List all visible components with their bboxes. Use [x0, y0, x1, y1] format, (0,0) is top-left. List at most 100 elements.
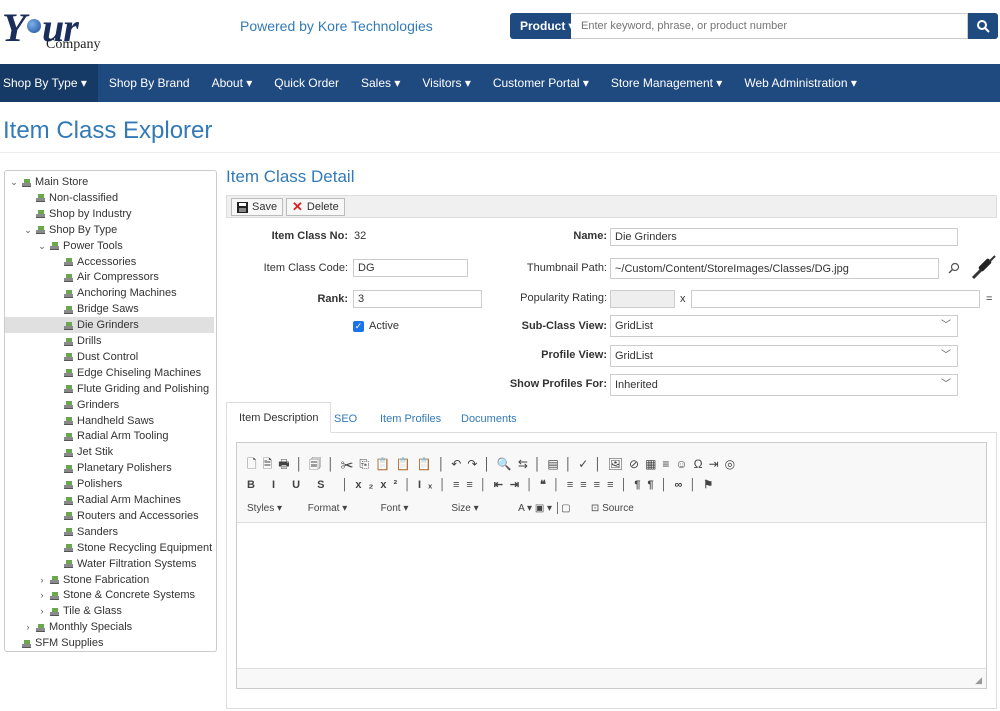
- tree-node[interactable]: Water Filtration Systems: [5, 556, 214, 572]
- tree-node[interactable]: Stone Recycling Equipment: [5, 540, 214, 556]
- class-folder-icon: [22, 178, 31, 187]
- class-folder-icon: [36, 210, 45, 219]
- tree-node[interactable]: Non-classified: [5, 190, 214, 206]
- title-divider: [0, 152, 1000, 153]
- tree-node[interactable]: Radial Arm Tooling: [5, 428, 214, 444]
- editor-toolbar-row-2[interactable]: B I U S │x₂x²│Iₓ│≡≡│⇤⇥│❝│≡≡≡≡│¶¶│∞│⚑: [247, 478, 720, 491]
- tree-caret-icon[interactable]: ⌄: [37, 238, 47, 254]
- tree-node[interactable]: Handheld Saws: [5, 413, 214, 429]
- tree-node[interactable]: Grinders: [5, 397, 214, 413]
- tree-node[interactable]: Air Compressors: [5, 269, 214, 285]
- tree-node-label: Stone Recycling Equipment: [77, 541, 213, 554]
- search-input[interactable]: [571, 13, 968, 39]
- tree-caret-icon[interactable]: ›: [37, 603, 47, 619]
- profile-view-select[interactable]: GridList ﹀: [610, 345, 958, 367]
- tree-node[interactable]: › Tile & Glass: [5, 603, 214, 619]
- tree-node[interactable]: ⌄ Main Store: [5, 174, 214, 190]
- popularity-multiplier-field[interactable]: [691, 290, 980, 308]
- tree-node[interactable]: Flute Griding and Polishing: [5, 381, 214, 397]
- class-folder-icon: [22, 639, 31, 648]
- nav-shop-by-brand[interactable]: Shop By Brand: [98, 64, 201, 102]
- tree-caret-icon[interactable]: ›: [37, 587, 47, 603]
- popularity-multiply-sign: x: [680, 293, 686, 305]
- tree-caret-icon[interactable]: ⌄: [23, 222, 33, 238]
- tree-caret-icon[interactable]: ›: [37, 572, 47, 588]
- tree-node[interactable]: › Stone & Concrete Systems: [5, 587, 214, 603]
- show-profiles-for-select[interactable]: Inherited ﹀: [610, 374, 958, 396]
- tree-node[interactable]: Polishers: [5, 476, 214, 492]
- nav-store-management[interactable]: Store Management ▾: [600, 64, 733, 102]
- tree-caret-icon[interactable]: ⌄: [9, 174, 19, 190]
- tab-seo[interactable]: SEO: [322, 405, 369, 433]
- company-logo[interactable]: Y ur Company: [2, 4, 122, 54]
- class-folder-icon: [64, 337, 73, 346]
- active-checkbox[interactable]: ✓: [353, 320, 364, 332]
- rich-text-editor[interactable]: 🗋🗎🖶│🗐│✂⎘📋📋📋│↶↷│🔍⇆│▤│✓│🖼⊘▦≡☺Ω⇥◎ B I U S │…: [236, 442, 987, 689]
- tab-item-description[interactable]: Item Description: [226, 402, 332, 433]
- tree-node-label: Radial Arm Machines: [77, 494, 181, 506]
- editor-toolbar-row-3[interactable]: Styles ▾ Format ▾ Font ▾ Size ▾ A ▾ ▣ ▾ …: [247, 503, 634, 514]
- tree-node[interactable]: Die Grinders: [5, 317, 214, 334]
- styles-dropdown[interactable]: Styles ▾: [247, 503, 305, 514]
- save-button[interactable]: Save: [231, 198, 284, 216]
- class-folder-icon: [64, 512, 73, 521]
- item-class-code-field[interactable]: [353, 259, 468, 277]
- tree-node-label: Anchoring Machines: [77, 287, 177, 300]
- thumbnail-path-field[interactable]: [610, 258, 939, 279]
- tree-node[interactable]: Radial Arm Machines: [5, 492, 214, 508]
- name-label: Name:: [573, 230, 607, 242]
- sub-class-view-select[interactable]: GridList ﹀: [610, 315, 958, 337]
- tab-item-profiles[interactable]: Item Profiles: [368, 405, 453, 433]
- nav-quick-order[interactable]: Quick Order: [263, 64, 350, 102]
- tree-node[interactable]: Jet Stik: [5, 444, 214, 460]
- font-dropdown[interactable]: Font ▾: [381, 503, 449, 514]
- tree-node-label: Die Grinders: [77, 319, 139, 332]
- source-button[interactable]: ⊡ Source: [591, 503, 634, 514]
- sub-class-view-label: Sub-Class View:: [521, 320, 607, 332]
- tree-node[interactable]: Shop by Industry: [5, 206, 214, 222]
- detail-title: Item Class Detail: [226, 167, 355, 186]
- tree-node[interactable]: ⌄ Power Tools: [5, 238, 214, 254]
- browse-magnifier-icon[interactable]: [948, 262, 960, 274]
- tree-node[interactable]: Drills: [5, 333, 214, 349]
- search-button[interactable]: [968, 13, 998, 39]
- popularity-equals-sign: =: [986, 293, 993, 305]
- tree-node[interactable]: › Stone Fabrication: [5, 572, 214, 588]
- tree-node[interactable]: Bridge Saws: [5, 301, 214, 317]
- tree-node[interactable]: Planetary Polishers: [5, 460, 214, 476]
- editor-toolbar-row-1[interactable]: 🗋🗎🖶│🗐│✂⎘📋📋📋│↶↷│🔍⇆│▤│✓│🖼⊘▦≡☺Ω⇥◎: [247, 455, 741, 476]
- tree-node[interactable]: Anchoring Machines: [5, 285, 214, 301]
- class-folder-icon: [64, 464, 73, 473]
- tree-node-label: Main Store: [35, 176, 89, 188]
- tree-node-label: Drills: [77, 335, 102, 347]
- tree-node[interactable]: ⌄ Shop By Type: [5, 222, 214, 238]
- tree-node[interactable]: Edge Chiseling Machines: [5, 365, 214, 381]
- tree-node[interactable]: Routers and Accessories: [5, 508, 214, 524]
- nav-shop-by-type[interactable]: Shop By Type ▾: [0, 64, 98, 102]
- tree-caret-icon[interactable]: ›: [23, 619, 33, 635]
- tree-node[interactable]: Dust Control: [5, 349, 214, 365]
- rank-field[interactable]: [353, 290, 482, 308]
- tree-node[interactable]: Accessories: [5, 254, 214, 270]
- tab-documents[interactable]: Documents: [449, 405, 529, 433]
- text-color-buttons[interactable]: A ▾ ▣ ▾ │▢: [518, 503, 588, 514]
- nav-web-administration[interactable]: Web Administration ▾: [733, 64, 868, 102]
- format-dropdown[interactable]: Format ▾: [308, 503, 378, 514]
- tree-node-label: Edge Chiseling Machines: [77, 366, 202, 379]
- main-nav: Shop By Type ▾ Shop By Brand About ▾ Qui…: [0, 64, 1000, 102]
- nav-sales[interactable]: Sales ▾: [350, 64, 411, 102]
- nav-about[interactable]: About ▾: [201, 64, 264, 102]
- class-folder-icon: [50, 607, 59, 616]
- nav-customer-portal[interactable]: Customer Portal ▾: [482, 64, 600, 102]
- nav-visitors[interactable]: Visitors ▾: [411, 64, 481, 102]
- thumbnail-path-label: Thumbnail Path:: [526, 262, 607, 274]
- tree-node[interactable]: › Monthly Specials: [5, 619, 214, 635]
- tree-node[interactable]: Sanders: [5, 524, 214, 540]
- active-checkbox-group[interactable]: ✓ Active: [353, 320, 399, 332]
- name-field[interactable]: [610, 228, 958, 246]
- tree-node[interactable]: SFM Supplies: [5, 635, 214, 651]
- resize-handle-icon[interactable]: ◢: [975, 675, 982, 686]
- size-dropdown[interactable]: Size ▾: [451, 503, 515, 514]
- delete-button[interactable]: ✕ Delete: [286, 198, 345, 216]
- tree-node-label: Polishers: [77, 478, 123, 491]
